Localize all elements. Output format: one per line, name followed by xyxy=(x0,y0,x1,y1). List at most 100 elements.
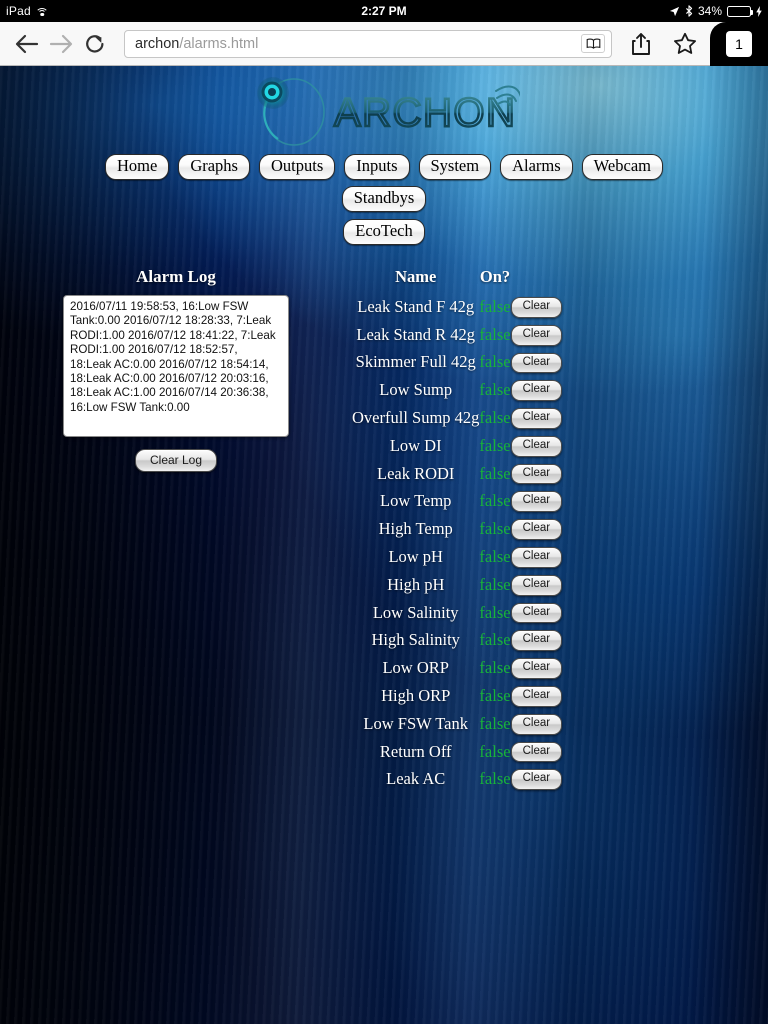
tab-overview-button[interactable]: 1 xyxy=(710,22,768,66)
clear-alarm-button[interactable]: Clear xyxy=(511,325,562,346)
alarm-state: false xyxy=(479,543,510,571)
clear-alarm-button[interactable]: Clear xyxy=(511,547,562,568)
nav-item-inputs[interactable]: Inputs xyxy=(344,154,409,180)
alarm-action-cell: Clear xyxy=(511,349,562,377)
clear-alarm-button[interactable]: Clear xyxy=(511,353,562,374)
alarm-state: false xyxy=(479,599,510,627)
safari-toolbar: archon/alarms.html 1 xyxy=(0,22,768,66)
clear-alarm-button[interactable]: Clear xyxy=(511,491,562,512)
clear-alarm-button[interactable]: Clear xyxy=(511,686,562,707)
toolbar-actions xyxy=(620,25,706,63)
alarm-name: High Temp xyxy=(352,515,479,543)
nav-item-system[interactable]: System xyxy=(419,154,492,180)
back-button[interactable] xyxy=(10,27,44,61)
alarm-name: High pH xyxy=(352,571,479,599)
alarm-state: false xyxy=(479,432,510,460)
page-content: Alarm Log 2016/07/11 19:58:53, 16:Low FS… xyxy=(0,245,768,793)
alarm-action-cell: Clear xyxy=(511,738,562,766)
clear-alarm-button[interactable]: Clear xyxy=(511,436,562,457)
clear-alarm-button[interactable]: Clear xyxy=(511,575,562,596)
archon-page: ARCHON Home Graphs Outputs Inputs System… xyxy=(0,66,768,1024)
alarm-action-cell: Clear xyxy=(511,710,562,738)
alarm-name: Low Salinity xyxy=(352,599,479,627)
alarm-action-cell: Clear xyxy=(511,293,562,321)
alarm-state: false xyxy=(479,626,510,654)
clear-alarm-button[interactable]: Clear xyxy=(511,603,562,624)
nav-item-standbys[interactable]: Standbys xyxy=(342,186,427,212)
alarm-log-entries: 2016/07/11 19:58:53, 16:Low FSW Tank:0.0… xyxy=(70,300,282,415)
tab-count-label: 1 xyxy=(726,31,752,57)
alarm-state: false xyxy=(479,376,510,404)
status-bar-clock: 2:27 PM xyxy=(0,4,768,18)
alarm-state: false xyxy=(479,654,510,682)
alarm-action-cell: Clear xyxy=(511,654,562,682)
battery-icon xyxy=(727,6,751,17)
forward-arrow-icon xyxy=(49,33,73,55)
alarm-table: Name On? Leak Stand F 42gfalseClearLeak … xyxy=(352,267,562,793)
clear-alarm-button[interactable]: Clear xyxy=(511,519,562,540)
alarm-state: false xyxy=(479,293,510,321)
column-header-on: On? xyxy=(479,267,510,293)
address-bar[interactable]: archon/alarms.html xyxy=(124,30,612,58)
alarm-name: Return Off xyxy=(352,738,479,766)
alarm-state: false xyxy=(479,710,510,738)
alarm-row: High ORPfalseClear xyxy=(352,682,562,710)
alarm-action-cell: Clear xyxy=(511,571,562,599)
alarm-log-title: Alarm Log xyxy=(0,267,352,287)
nav-item-home[interactable]: Home xyxy=(105,154,169,180)
nav-item-graphs[interactable]: Graphs xyxy=(178,154,250,180)
clear-alarm-button[interactable]: Clear xyxy=(511,714,562,735)
clear-alarm-button[interactable]: Clear xyxy=(511,742,562,763)
nav-item-ecotech[interactable]: EcoTech xyxy=(343,219,424,245)
clear-alarm-button[interactable]: Clear xyxy=(511,297,562,318)
alarm-name: Low Sump xyxy=(352,376,479,404)
share-button[interactable] xyxy=(620,25,662,63)
clear-log-button[interactable]: Clear Log xyxy=(135,449,217,472)
main-nav-row-1: Home Graphs Outputs Inputs System Alarms… xyxy=(0,154,768,212)
alarm-state: false xyxy=(479,460,510,488)
column-header-action xyxy=(511,267,562,293)
alarm-name: Leak AC xyxy=(352,765,479,793)
url-path: /alarms.html xyxy=(179,36,258,52)
clear-alarm-button[interactable]: Clear xyxy=(511,380,562,401)
clear-alarm-button[interactable]: Clear xyxy=(511,464,562,485)
alarm-row: Low SalinityfalseClear xyxy=(352,599,562,627)
forward-button[interactable] xyxy=(44,27,78,61)
reload-button[interactable] xyxy=(78,27,112,61)
alarm-row: Low pHfalseClear xyxy=(352,543,562,571)
alarm-row: Leak ACfalseClear xyxy=(352,765,562,793)
alarm-name: Low DI xyxy=(352,432,479,460)
alarm-table-panel: Name On? Leak Stand F 42gfalseClearLeak … xyxy=(352,267,768,793)
alarm-state: false xyxy=(479,515,510,543)
alarm-action-cell: Clear xyxy=(511,432,562,460)
alarm-name: Leak Stand F 42g xyxy=(352,293,479,321)
site-header: ARCHON xyxy=(0,66,768,154)
alarm-action-cell: Clear xyxy=(511,682,562,710)
nav-item-alarms[interactable]: Alarms xyxy=(500,154,573,180)
alarm-row: Low SumpfalseClear xyxy=(352,376,562,404)
alarm-state: false xyxy=(479,571,510,599)
alarm-log-box[interactable]: 2016/07/11 19:58:53, 16:Low FSW Tank:0.0… xyxy=(63,295,289,437)
alarm-action-cell: Clear xyxy=(511,765,562,793)
alarm-action-cell: Clear xyxy=(511,404,562,432)
alarm-state: false xyxy=(479,765,510,793)
alarm-name: Low FSW Tank xyxy=(352,710,479,738)
clear-alarm-button[interactable]: Clear xyxy=(511,630,562,651)
alarm-table-head: Name On? xyxy=(352,267,562,293)
alarm-row: Leak Stand R 42gfalseClear xyxy=(352,321,562,349)
clear-alarm-button[interactable]: Clear xyxy=(511,658,562,679)
alarm-name: Low pH xyxy=(352,543,479,571)
alarm-state: false xyxy=(479,738,510,766)
alarm-state: false xyxy=(479,404,510,432)
reader-view-icon xyxy=(586,38,601,49)
reader-view-button[interactable] xyxy=(581,34,605,53)
clear-alarm-button[interactable]: Clear xyxy=(511,769,562,790)
nav-item-webcam[interactable]: Webcam xyxy=(582,154,663,180)
bookmark-button[interactable] xyxy=(664,25,706,63)
nav-item-outputs[interactable]: Outputs xyxy=(259,154,335,180)
alarm-row: Low FSW TankfalseClear xyxy=(352,710,562,738)
alarm-row: High SalinityfalseClear xyxy=(352,626,562,654)
clear-alarm-button[interactable]: Clear xyxy=(511,408,562,429)
alarm-row: Low DIfalseClear xyxy=(352,432,562,460)
alarm-state: false xyxy=(479,349,510,377)
